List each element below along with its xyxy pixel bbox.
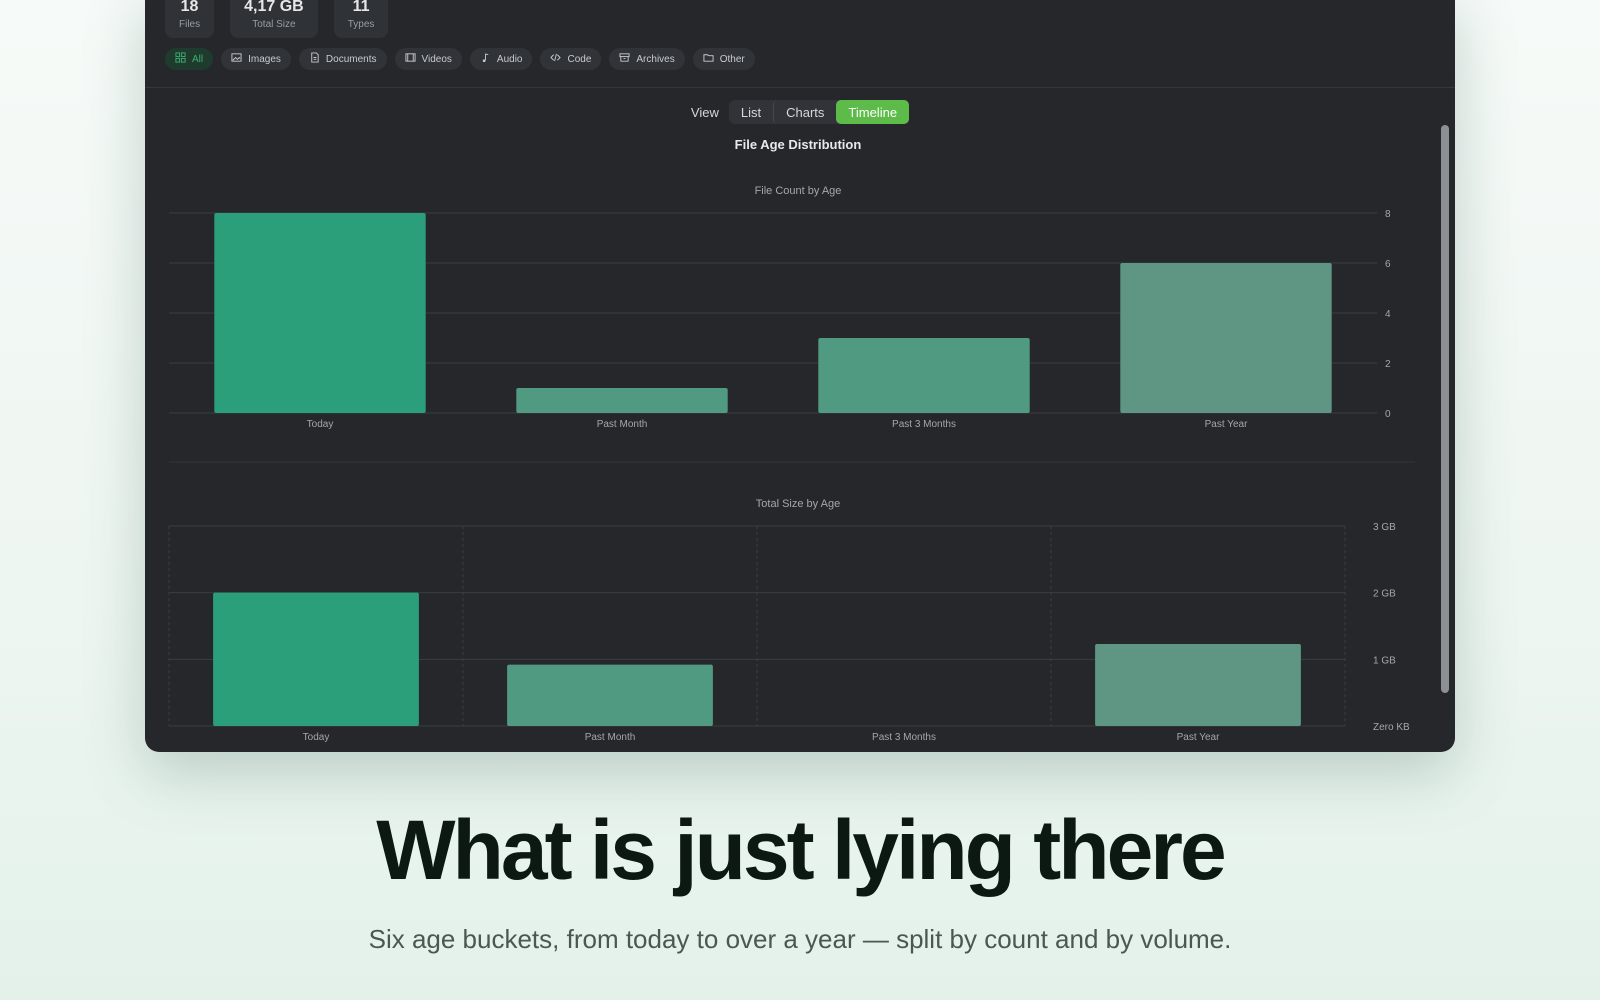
stat-total-size: 4,17 GB Total Size <box>230 0 318 38</box>
y-tick-label: 6 <box>1385 259 1391 270</box>
filter-label: Code <box>567 53 592 65</box>
chart-subtitle: File Count by Age <box>755 185 842 197</box>
y-tick-label: 3 GB <box>1373 522 1396 533</box>
music-note-icon <box>480 52 491 66</box>
filter-label: Audio <box>496 53 523 65</box>
filter-label: All <box>192 53 204 65</box>
vertical-scrollbar[interactable] <box>1439 125 1451 725</box>
y-tick-label: 2 <box>1385 359 1391 370</box>
filter-archives[interactable]: Archives <box>609 48 685 70</box>
y-tick-label: 1 GB <box>1373 655 1396 666</box>
stat-files: 18 Files <box>165 0 215 38</box>
x-tick-label: Past Month <box>597 419 648 430</box>
code-icon <box>550 52 562 66</box>
stat-label: Types <box>347 19 375 30</box>
app-window: 18 Files 4,17 GB Total Size 11 Types All… <box>145 0 1455 752</box>
bar-past-month <box>507 664 713 726</box>
x-tick-label: Past Month <box>585 732 636 743</box>
bar-today <box>213 592 419 726</box>
filter-code[interactable]: Code <box>540 48 602 70</box>
stat-types: 11 Types <box>333 0 389 38</box>
filter-other[interactable]: Other <box>692 48 755 70</box>
filter-images[interactable]: Images <box>221 48 291 70</box>
x-tick-label: Past 3 Months <box>872 732 936 743</box>
bar-today <box>214 213 426 413</box>
subline: Six age buckets, from today to over a ye… <box>368 924 1232 954</box>
tab-timeline[interactable]: Timeline <box>836 100 910 124</box>
stat-value: 4,17 GB <box>244 0 304 15</box>
y-tick-label: 2 GB <box>1373 589 1396 600</box>
chart-subtitle: Total Size by Age <box>756 498 840 510</box>
stat-value: 18 <box>180 0 199 15</box>
bar-past-month <box>516 388 728 413</box>
y-tick-label: 0 <box>1385 409 1391 420</box>
y-tick-label: 8 <box>1385 209 1391 220</box>
headline: What is just lying there <box>376 803 1226 897</box>
stat-label: Total Size <box>252 19 296 30</box>
tab-list[interactable]: List <box>729 100 773 124</box>
filter-documents[interactable]: Documents <box>298 48 387 70</box>
filter-all[interactable]: All <box>165 48 214 70</box>
document-icon <box>309 52 320 66</box>
toolbar-divider <box>145 87 1455 88</box>
filter-label: Other <box>719 53 745 65</box>
chart-main-title: File Age Distribution <box>735 137 862 152</box>
x-tick-label: Today <box>303 732 330 743</box>
stat-label: Files <box>179 19 201 30</box>
archive-icon <box>619 52 630 66</box>
filter-label: Videos <box>421 53 452 65</box>
filter-label: Archives <box>636 53 675 65</box>
bar-past-year <box>1120 263 1332 413</box>
grid-icon <box>175 52 186 66</box>
bar-past-3-months <box>818 338 1030 413</box>
filter-videos[interactable]: Videos <box>394 48 462 70</box>
view-switcher: View List Charts Timeline <box>145 100 1455 124</box>
stats-row: 18 Files 4,17 GB Total Size 11 Types <box>165 0 389 38</box>
filter-label: Images <box>248 53 281 65</box>
filter-audio[interactable]: Audio <box>469 48 533 70</box>
image-icon <box>231 52 242 66</box>
tab-charts[interactable]: Charts <box>773 100 836 124</box>
folder-icon <box>703 52 714 66</box>
y-tick-label: Zero KB <box>1373 722 1410 733</box>
x-tick-label: Past Year <box>1177 732 1220 743</box>
x-tick-label: Past 3 Months <box>892 419 956 430</box>
x-tick-label: Past Year <box>1205 419 1248 430</box>
view-segmented-control: List Charts Timeline <box>728 100 910 124</box>
bar-past-year <box>1095 644 1301 726</box>
film-icon <box>404 52 416 66</box>
stat-value: 11 <box>352 0 370 15</box>
scrollbar-thumb[interactable] <box>1441 125 1449 693</box>
filter-bar: All Images Documents Videos Audio Code A… <box>165 48 755 70</box>
y-tick-label: 4 <box>1385 309 1391 320</box>
filter-label: Documents <box>325 53 377 65</box>
view-label: View <box>690 104 719 120</box>
x-tick-label: Today <box>307 419 334 430</box>
timeline-charts: File Age Distribution File Count by Age 0 2… <box>168 137 1415 743</box>
